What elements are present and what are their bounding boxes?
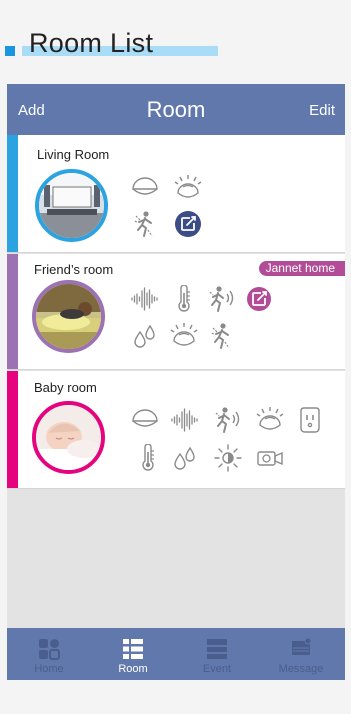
bottom-nav: Home Room Event Message [7, 628, 345, 680]
phone-screen: Add Room Edit Living Room Friend’s room … [7, 84, 345, 680]
room-color-bar [7, 371, 18, 488]
page-title: Room List [29, 28, 154, 58]
app-header: Add Room Edit [7, 84, 345, 135]
motion-sound-icon[interactable] [207, 284, 237, 314]
sound-wave-icon[interactable] [130, 284, 160, 314]
nav-label: Room [118, 663, 148, 675]
room-avatar [32, 280, 105, 353]
message-icon [292, 638, 312, 655]
humidity-icon[interactable] [170, 443, 200, 473]
room-name: Friend’s room [34, 262, 114, 277]
room-color-bar [7, 135, 18, 252]
thermometer-icon[interactable] [169, 284, 199, 314]
motion-sound-icon[interactable] [213, 405, 243, 435]
bulb-light-icon[interactable] [255, 405, 285, 435]
edit-icon[interactable] [244, 284, 274, 314]
smart-plug-icon[interactable] [295, 405, 325, 435]
nav-tab-event[interactable]: Event [175, 628, 259, 680]
room-color-bar [7, 254, 18, 369]
camera-icon[interactable] [255, 443, 285, 473]
nav-label: Event [202, 663, 232, 675]
room-card-friends-room[interactable]: Friend’s room Jannet home [7, 254, 345, 370]
nav-label: Message [278, 663, 324, 675]
page-heading: Room List [0, 0, 351, 84]
room-name: Baby room [34, 380, 97, 395]
header-title: Room [146, 97, 206, 122]
event-list-icon [207, 639, 227, 659]
dome-light-icon[interactable] [130, 173, 160, 203]
thermometer-icon[interactable] [133, 443, 163, 473]
nav-tab-message[interactable]: Message [259, 628, 343, 680]
dome-light-icon[interactable] [130, 405, 160, 435]
bulb-light-icon[interactable] [173, 173, 203, 203]
heading-accent-square [5, 46, 15, 56]
motion-sensor-icon[interactable] [207, 321, 237, 351]
home-grid-icon [39, 639, 60, 660]
room-card-baby-room[interactable]: Baby room [7, 371, 345, 489]
edit-button[interactable]: Edit [309, 102, 335, 119]
room-list-icon [123, 639, 143, 659]
motion-sensor-icon[interactable] [130, 209, 160, 239]
sound-wave-icon[interactable] [170, 405, 200, 435]
brightness-icon[interactable] [213, 443, 243, 473]
edit-icon[interactable] [173, 209, 203, 239]
room-avatar [32, 401, 105, 474]
humidity-icon[interactable] [130, 321, 160, 351]
room-tag: Jannet home [258, 261, 345, 276]
nav-tab-room[interactable]: Room [91, 628, 175, 680]
room-card-living-room[interactable]: Living Room [7, 135, 345, 253]
room-avatar [35, 169, 108, 242]
nav-tab-home[interactable]: Home [7, 628, 91, 680]
room-name: Living Room [37, 147, 110, 162]
bulb-light-icon[interactable] [169, 321, 199, 351]
nav-label: Home [34, 663, 64, 675]
